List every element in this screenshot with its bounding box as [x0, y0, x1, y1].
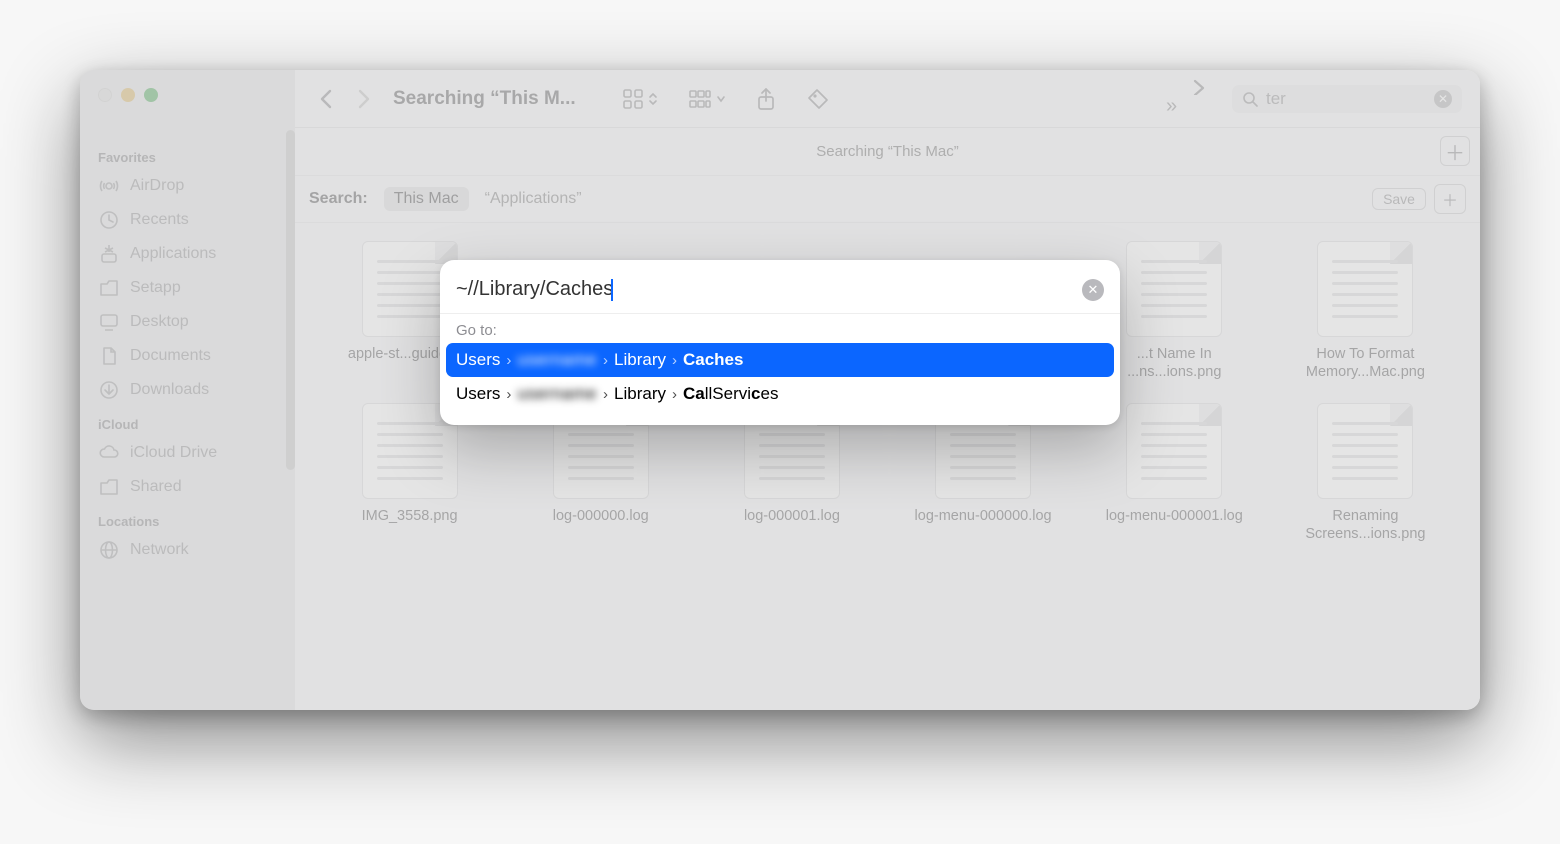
path-segment: username [517, 384, 597, 404]
path-segment: Users [456, 350, 500, 370]
path-segment: Users [456, 384, 500, 404]
chevron-right-icon: › [603, 386, 608, 403]
path-segment-last: CallServices [683, 384, 778, 404]
clear-path-icon[interactable]: ✕ [1082, 279, 1104, 301]
goto-suggestion[interactable]: Users › username › Library › CallServices [440, 377, 1120, 411]
chevron-right-icon: › [506, 386, 511, 403]
path-segment: Library [614, 350, 666, 370]
chevron-right-icon: › [672, 386, 677, 403]
chevron-right-icon: › [506, 352, 511, 369]
path-segment: Library [614, 384, 666, 404]
go-to-path-input[interactable]: ~//Library/Caches [456, 274, 1072, 305]
goto-suggestion[interactable]: Users › username › Library › Caches [446, 343, 1114, 377]
chevron-right-icon: › [603, 352, 608, 369]
text-caret [611, 279, 613, 301]
go-to-path-text: ~//Library/Caches [456, 278, 613, 300]
go-to-folder-dialog: ~//Library/Caches ✕ Go to: Users › usernam… [440, 260, 1120, 425]
go-to-label: Go to: [440, 314, 1120, 343]
path-segment-last: Caches [683, 350, 743, 370]
chevron-right-icon: › [672, 352, 677, 369]
path-segment: username [517, 350, 597, 370]
